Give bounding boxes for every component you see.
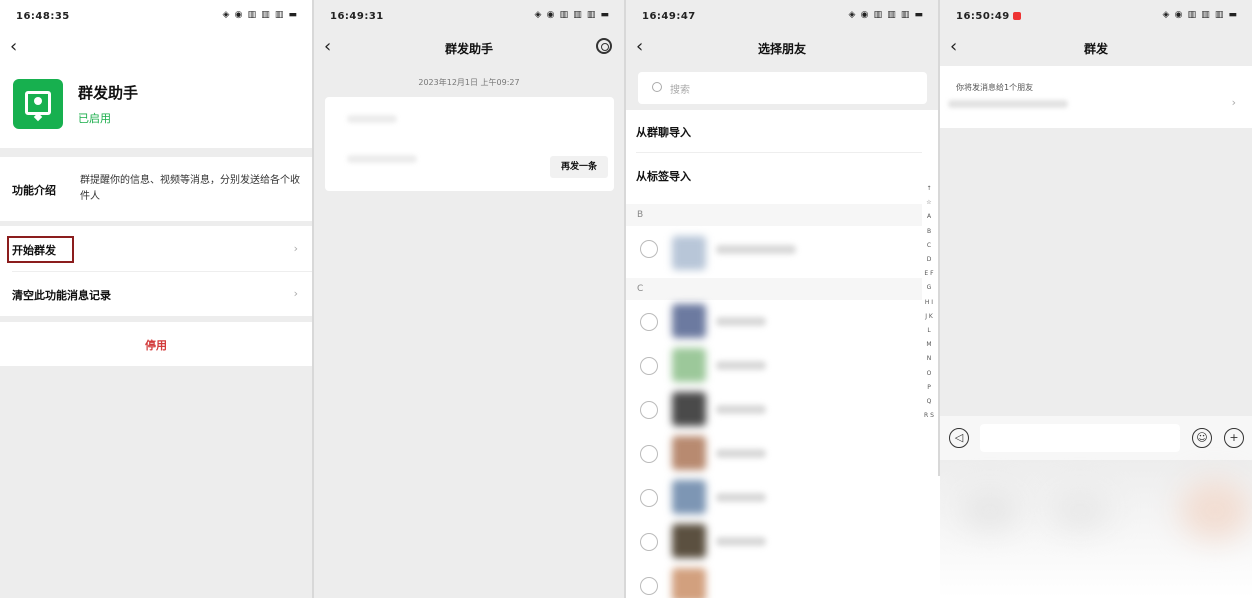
status-icons: ◈ ◉ ▥ ▥ ▥ ▬ xyxy=(848,10,924,20)
avatar xyxy=(672,236,706,270)
gear-icon[interactable] xyxy=(596,38,612,54)
section-header-c: C xyxy=(626,278,922,300)
blurred-contact-name xyxy=(716,449,766,458)
status-time: 16:50:49 xyxy=(956,11,1010,22)
panel-assistant-detail: 16:48:35 ◈ ◉ ▥ ▥ ▥ ▬ ‹ 群发助手 已启用 功能介绍 群提醒… xyxy=(0,0,312,598)
avatar xyxy=(672,392,706,426)
select-radio[interactable] xyxy=(640,240,658,258)
intro-text: 群提醒你的信息、视频等消息，分别发送给各个收件人 xyxy=(80,175,300,202)
status-icons: ◈ ◉ ▥ ▥ ▥ ▬ xyxy=(222,10,298,20)
blurred-contact-name xyxy=(716,361,766,370)
broadcast-assistant-logo-icon xyxy=(13,79,63,129)
select-radio[interactable] xyxy=(640,489,658,507)
intro-label: 功能介绍 xyxy=(12,184,56,197)
avatar xyxy=(672,304,706,338)
search-placeholder: 搜索 xyxy=(670,85,690,96)
section-letter-c: C xyxy=(637,284,644,294)
clear-history-row[interactable]: 清空此功能消息记录 › xyxy=(0,272,312,316)
status-bar: 16:49:47 ◈ ◉ ▥ ▥ ▥ ▬ xyxy=(626,0,938,32)
avatar xyxy=(672,524,706,558)
avatar xyxy=(672,436,706,470)
blurred-contact-name xyxy=(716,317,766,326)
status-icons: ◈ ◉ ▥ ▥ ▥ ▬ xyxy=(534,10,610,20)
section-letter-b: B xyxy=(637,210,644,220)
chevron-right-icon: › xyxy=(293,242,298,255)
blurred-recipient-names xyxy=(948,100,1068,108)
back-arrow-icon[interactable]: ‹ xyxy=(10,38,17,56)
status-time: 16:49:47 xyxy=(642,11,696,22)
clear-history-label: 清空此功能消息记录 xyxy=(12,289,111,302)
section-header-b: B xyxy=(626,204,922,226)
panel-broadcast-compose: 16:50:49 ◈ ◉ ▥ ▥ ▥ ▬ ‹ 群发 你将发消息给1个朋友 › ◁… xyxy=(940,0,1252,598)
chevron-right-icon: › xyxy=(293,287,298,300)
avatar xyxy=(672,480,706,514)
avatar xyxy=(672,348,706,382)
recipients-count-text: 你将发消息给1个朋友 xyxy=(956,83,1034,92)
blurred-contact-name xyxy=(716,405,766,414)
message-timestamp: 2023年12月1日 上午09:27 xyxy=(418,78,520,87)
chevron-right-icon: › xyxy=(1231,96,1236,109)
status-time: 16:48:35 xyxy=(16,11,70,22)
feature-intro-card: 功能介绍 群提醒你的信息、视频等消息，分别发送给各个收件人 xyxy=(0,157,312,221)
search-icon xyxy=(652,82,662,92)
blurred-contact-name xyxy=(716,245,796,254)
app-name: 群发助手 xyxy=(78,84,139,102)
highlight-box xyxy=(7,236,74,263)
select-radio[interactable] xyxy=(640,577,658,595)
page-title: 群发助手 xyxy=(444,42,493,56)
import-from-tag-option[interactable]: 从标签导入 xyxy=(636,168,691,184)
keyboard-area-fade xyxy=(940,460,1252,598)
select-radio[interactable] xyxy=(640,357,658,375)
status-bar: 16:50:49 ◈ ◉ ▥ ▥ ▥ ▬ xyxy=(940,0,1252,32)
select-radio[interactable] xyxy=(640,401,658,419)
status-bar: 16:49:31 ◈ ◉ ▥ ▥ ▥ ▬ xyxy=(314,0,624,32)
blurred-message xyxy=(347,155,417,163)
select-radio[interactable] xyxy=(640,313,658,331)
resend-button[interactable]: 再发一条 xyxy=(550,156,608,178)
avatar xyxy=(672,568,706,598)
panel-select-friends: 16:49:47 ◈ ◉ ▥ ▥ ▥ ▬ ‹ 选择朋友 搜索 从群聊导入 从标签… xyxy=(626,0,938,598)
blurred-contact-name xyxy=(716,537,766,546)
search-input[interactable]: 搜索 xyxy=(638,72,927,104)
alphabet-index-bar[interactable]: ↑ ☆ A B C D E F G H I J K L M N O P Q R … xyxy=(924,182,934,423)
disable-card: 停用 xyxy=(0,322,312,366)
page-title: 选择朋友 xyxy=(757,42,806,56)
app-status: 已启用 xyxy=(78,112,111,125)
status-bar: 16:48:35 ◈ ◉ ▥ ▥ ▥ ▬ xyxy=(0,0,312,32)
blurred-keyboard-key xyxy=(1050,490,1110,530)
blurred-keyboard-key xyxy=(1180,480,1250,540)
voice-input-icon[interactable]: ◁ xyxy=(949,428,969,448)
select-radio[interactable] xyxy=(640,445,658,463)
message-input-bar: ◁ ☺ + xyxy=(940,416,1252,460)
blurred-keyboard-key xyxy=(960,490,1020,530)
disable-button[interactable]: 停用 xyxy=(0,337,312,353)
page-title: 群发 xyxy=(1083,42,1108,56)
add-attachment-icon[interactable]: + xyxy=(1224,428,1244,448)
recipients-card[interactable]: 你将发消息给1个朋友 › xyxy=(940,66,1252,128)
blurred-recipient xyxy=(347,115,397,123)
status-time: 16:49:31 xyxy=(330,11,384,22)
select-radio[interactable] xyxy=(640,533,658,551)
emoji-icon[interactable]: ☺ xyxy=(1192,428,1212,448)
import-from-group-option[interactable]: 从群聊导入 xyxy=(636,124,691,140)
panel-assistant-chat: 16:49:31 ◈ ◉ ▥ ▥ ▥ ▬ ‹ 群发助手 2023年12月1日 上… xyxy=(314,0,624,598)
divider xyxy=(636,152,922,153)
recording-indicator-icon xyxy=(1013,12,1021,20)
message-input[interactable] xyxy=(980,424,1180,452)
status-icons: ◈ ◉ ▥ ▥ ▥ ▬ xyxy=(1162,10,1238,20)
blurred-contact-name xyxy=(716,493,766,502)
